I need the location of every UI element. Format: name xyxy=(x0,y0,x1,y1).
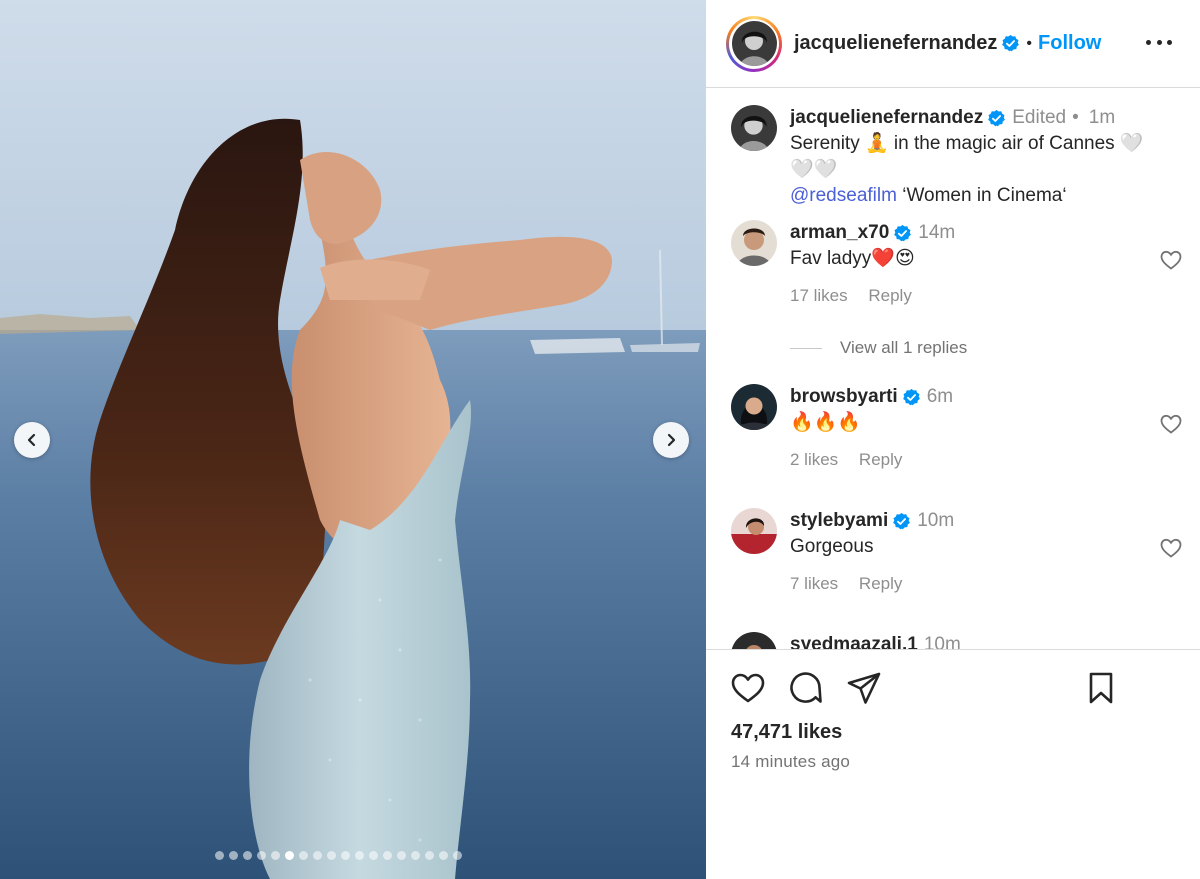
carousel-dot xyxy=(425,851,434,860)
comment-text: 🔥🔥🔥 xyxy=(790,412,861,433)
caption-time[interactable]: 1m xyxy=(1089,105,1115,131)
comment-likes[interactable]: 2 likes xyxy=(790,450,838,469)
heart-icon[interactable] xyxy=(1159,248,1183,272)
follow-button[interactable]: Follow xyxy=(1038,32,1101,55)
comment-username[interactable]: stylebyami xyxy=(790,508,888,534)
heart-icon[interactable] xyxy=(1159,412,1183,436)
caption-text-tail: ‘Women in Cinema‘ xyxy=(896,185,1067,206)
carousel-dot xyxy=(341,851,350,860)
avatar[interactable] xyxy=(731,220,777,266)
carousel-dot xyxy=(411,851,420,860)
comment-text: Fav ladyy❤️😍 xyxy=(790,248,915,269)
comment-time[interactable]: 10m xyxy=(924,632,961,649)
chevron-left-icon xyxy=(27,433,36,447)
carousel-dot xyxy=(369,851,378,860)
post-sidebar: jacquelienefernandez • Follow jacquelien… xyxy=(706,0,1200,879)
post-media xyxy=(0,0,706,879)
more-horizontal-icon xyxy=(1146,39,1151,45)
carousel-next-button[interactable] xyxy=(653,422,689,458)
carousel-dot xyxy=(243,851,252,860)
carousel-prev-button[interactable] xyxy=(14,422,50,458)
carousel-dot xyxy=(453,851,462,860)
carousel-indicator xyxy=(215,851,462,860)
bookmark-icon[interactable] xyxy=(1083,670,1119,706)
view-replies-label: View all 1 replies xyxy=(840,338,968,357)
avatar[interactable] xyxy=(731,632,777,649)
chevron-right-icon xyxy=(667,433,676,447)
comment-time[interactable]: 6m xyxy=(927,384,953,410)
avatar xyxy=(731,21,777,66)
verified-badge-icon xyxy=(894,224,912,241)
reply-button[interactable]: Reply xyxy=(868,286,911,305)
comment-username[interactable]: arman_x70 xyxy=(790,220,889,246)
carousel-dot xyxy=(313,851,322,860)
post-time[interactable]: 14 minutes ago xyxy=(731,752,850,772)
comments-list[interactable]: jacquelienefernandez Edited • 1m Serenit… xyxy=(706,89,1200,649)
comment-username[interactable]: syedmaazali.1 xyxy=(790,632,918,649)
heart-icon[interactable] xyxy=(730,670,766,706)
carousel-dot xyxy=(215,851,224,860)
author-username[interactable]: jacquelienefernandez xyxy=(794,32,997,55)
carousel-dot xyxy=(397,851,406,860)
comment-text: Gorgeous xyxy=(790,536,874,557)
comment-likes[interactable]: 7 likes xyxy=(790,574,838,593)
more-options-button[interactable] xyxy=(1146,32,1172,52)
verified-badge-icon xyxy=(902,388,920,405)
reply-button[interactable]: Reply xyxy=(859,574,902,593)
story-ring[interactable] xyxy=(726,15,782,72)
mention-link[interactable]: @redseafilm xyxy=(790,185,897,206)
separator: • xyxy=(1072,107,1079,128)
comment-likes[interactable]: 17 likes xyxy=(790,286,848,305)
share-icon[interactable] xyxy=(846,670,882,706)
edited-label: Edited xyxy=(1012,107,1067,128)
carousel-dot xyxy=(355,851,364,860)
carousel-dot xyxy=(257,851,266,860)
carousel-dot xyxy=(383,851,392,860)
avatar[interactable] xyxy=(731,105,777,151)
caption-text: Serenity 🧘 in the magic air of Cannes 🤍🤍… xyxy=(790,133,1144,180)
avatar[interactable] xyxy=(731,508,777,554)
verified-badge-icon xyxy=(988,109,1006,126)
separator: • xyxy=(1026,34,1033,52)
verified-badge-icon xyxy=(893,512,911,529)
carousel-dot xyxy=(299,851,308,860)
avatar[interactable] xyxy=(731,384,777,430)
heart-icon[interactable] xyxy=(1159,536,1183,560)
post-footer: 47,471 likes 14 minutes ago xyxy=(706,649,1200,879)
carousel-dot xyxy=(327,851,336,860)
post-header: jacquelienefernandez • Follow xyxy=(706,0,1200,88)
carousel-dot xyxy=(439,851,448,860)
view-replies-button[interactable]: View all 1 replies xyxy=(790,338,967,358)
post-photo xyxy=(0,0,706,879)
reply-button[interactable]: Reply xyxy=(859,450,902,469)
comment-time[interactable]: 10m xyxy=(917,508,954,534)
carousel-dot xyxy=(229,851,238,860)
comment-username[interactable]: browsbyarti xyxy=(790,384,898,410)
caption-username[interactable]: jacquelienefernandez xyxy=(790,105,983,131)
carousel-dot xyxy=(271,851,280,860)
likes-count[interactable]: 47,471 likes xyxy=(731,721,842,744)
carousel-dot xyxy=(285,851,294,860)
comment-icon[interactable] xyxy=(788,670,824,706)
comment-time[interactable]: 14m xyxy=(918,220,955,246)
verified-badge-icon xyxy=(1002,34,1020,52)
